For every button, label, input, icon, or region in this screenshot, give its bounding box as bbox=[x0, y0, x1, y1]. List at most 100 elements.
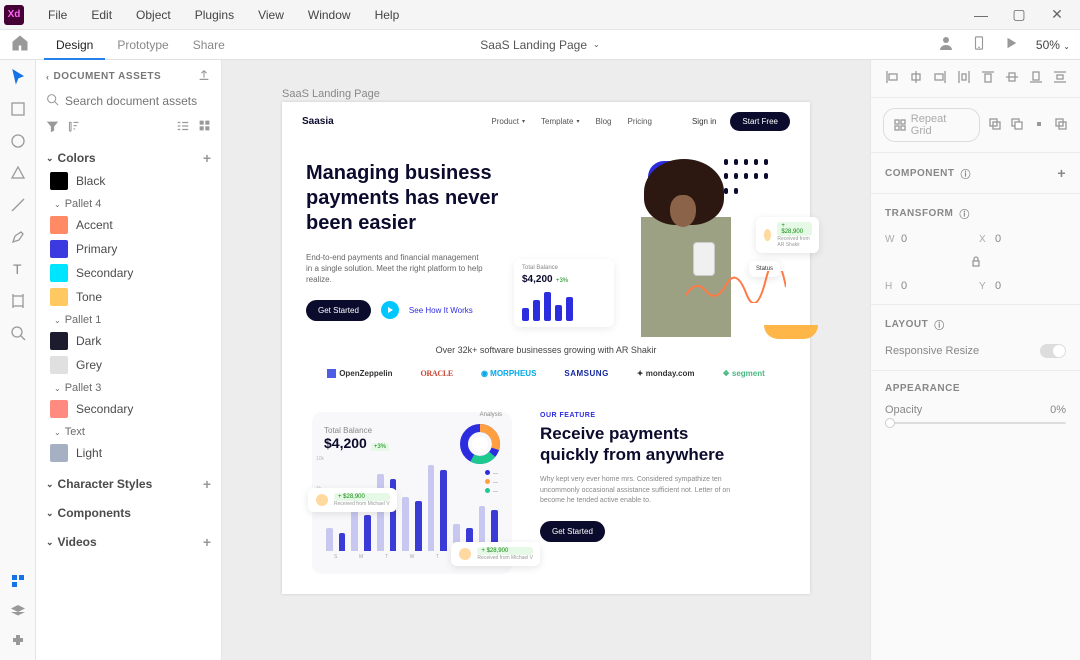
text-group[interactable]: ⌄Text bbox=[46, 426, 211, 438]
canvas[interactable]: SaaS Landing Page Saasia Product▾ Templa… bbox=[222, 60, 870, 660]
swatch-secondary2[interactable]: Secondary bbox=[46, 400, 211, 418]
info-icon[interactable]: ⓘ bbox=[961, 166, 972, 181]
menu-object[interactable]: Object bbox=[124, 8, 183, 22]
swatch-tone[interactable]: Tone bbox=[46, 288, 211, 306]
window-maximize[interactable]: ▢ bbox=[1000, 0, 1038, 30]
assets-search-input[interactable] bbox=[65, 94, 220, 108]
character-styles-section[interactable]: ⌄Character Styles+ bbox=[46, 476, 211, 492]
plugins-icon[interactable] bbox=[9, 632, 27, 650]
swatch-black[interactable]: Black bbox=[46, 172, 211, 190]
opacity-label: Opacity bbox=[885, 404, 922, 416]
swatch-dark[interactable]: Dark bbox=[46, 332, 211, 350]
menu-file[interactable]: File bbox=[36, 8, 79, 22]
hero-cta-button: Get Started bbox=[306, 300, 371, 321]
x-field[interactable]: X0 bbox=[979, 233, 1059, 245]
boolean-intersect-icon[interactable] bbox=[1032, 117, 1046, 134]
add-video-icon[interactable]: + bbox=[203, 534, 211, 550]
swatch-grey[interactable]: Grey bbox=[46, 356, 211, 374]
tool-rail: T bbox=[0, 60, 36, 660]
window-close[interactable]: ✕ bbox=[1038, 0, 1076, 30]
svg-text:T: T bbox=[13, 261, 22, 277]
sort-icon[interactable] bbox=[67, 120, 80, 136]
add-color-icon[interactable]: + bbox=[203, 150, 211, 166]
text-tool[interactable]: T bbox=[9, 260, 27, 278]
align-top-icon[interactable] bbox=[981, 70, 995, 87]
donut-chart bbox=[458, 422, 502, 466]
menu-view[interactable]: View bbox=[246, 8, 296, 22]
y-field[interactable]: Y0 bbox=[979, 280, 1059, 292]
menu-edit[interactable]: Edit bbox=[79, 8, 124, 22]
colors-section[interactable]: ⌄Colors+ bbox=[46, 150, 211, 166]
responsive-toggle[interactable] bbox=[1040, 344, 1066, 358]
window-minimize[interactable]: — bbox=[962, 0, 1000, 30]
swatch-light[interactable]: Light bbox=[46, 444, 211, 462]
mode-bar: Design Prototype Share SaaS Landing Page… bbox=[0, 30, 1080, 60]
feature-body: Why kept very ever home mrs. Considered … bbox=[540, 475, 740, 507]
pallet-1[interactable]: ⌄Pallet 1 bbox=[46, 314, 211, 326]
home-icon[interactable] bbox=[10, 33, 30, 56]
menu-help[interactable]: Help bbox=[363, 8, 412, 22]
artboard-label[interactable]: SaaS Landing Page bbox=[282, 88, 380, 100]
device-preview-icon[interactable] bbox=[972, 35, 986, 54]
align-vcenter-icon[interactable] bbox=[1005, 70, 1019, 87]
components-section[interactable]: ⌄Components bbox=[46, 506, 211, 520]
lock-icon[interactable] bbox=[970, 255, 982, 270]
nav-start-free: Start Free bbox=[730, 112, 790, 131]
align-tools bbox=[871, 60, 1080, 98]
align-right-icon[interactable] bbox=[933, 70, 947, 87]
opacity-slider[interactable] bbox=[885, 422, 1066, 424]
select-tool[interactable] bbox=[9, 68, 27, 86]
align-dist-v-icon[interactable] bbox=[1053, 70, 1067, 87]
line-tool[interactable] bbox=[9, 196, 27, 214]
width-field[interactable]: W0 bbox=[885, 233, 965, 245]
tab-prototype[interactable]: Prototype bbox=[105, 30, 180, 60]
info-icon[interactable]: ⓘ bbox=[959, 206, 970, 221]
boolean-exclude-icon[interactable] bbox=[1054, 117, 1068, 134]
swatch-secondary[interactable]: Secondary bbox=[46, 264, 211, 282]
assets-panel-header[interactable]: ‹ DOCUMENT ASSETS bbox=[46, 68, 211, 85]
videos-section[interactable]: ⌄Videos+ bbox=[46, 534, 211, 550]
height-field[interactable]: H0 bbox=[885, 280, 965, 292]
pallet-4[interactable]: ⌄Pallet 4 bbox=[46, 198, 211, 210]
menu-plugins[interactable]: Plugins bbox=[183, 8, 246, 22]
menu-window[interactable]: Window bbox=[296, 8, 363, 22]
nav-blog: Blog bbox=[595, 117, 611, 126]
play-icon[interactable] bbox=[1004, 36, 1018, 53]
add-component-icon[interactable]: + bbox=[1057, 165, 1066, 181]
feature-chart-card: Total Balance $4,200+3% Analysis ——— 10k… bbox=[312, 412, 512, 574]
align-bottom-icon[interactable] bbox=[1029, 70, 1043, 87]
boolean-subtract-icon[interactable] bbox=[1010, 117, 1024, 134]
layout-section: LAYOUTⓘ Responsive Resize bbox=[871, 305, 1080, 371]
polygon-tool[interactable] bbox=[9, 164, 27, 182]
ellipse-tool[interactable] bbox=[9, 132, 27, 150]
libraries-icon[interactable] bbox=[9, 572, 27, 590]
repeat-grid-button[interactable]: Repeat Grid bbox=[883, 108, 980, 142]
rectangle-tool[interactable] bbox=[9, 100, 27, 118]
filter-icon[interactable] bbox=[46, 120, 59, 136]
align-hcenter-icon[interactable] bbox=[909, 70, 923, 87]
zoom-tool[interactable] bbox=[9, 324, 27, 342]
grid-view-icon[interactable] bbox=[198, 119, 211, 136]
chevron-down-icon: ⌄ bbox=[593, 40, 600, 49]
zoom-level[interactable]: 50% ⌄ bbox=[1036, 38, 1070, 52]
layers-icon[interactable] bbox=[9, 602, 27, 620]
document-title[interactable]: SaaS Landing Page⌄ bbox=[480, 38, 599, 52]
tab-design[interactable]: Design bbox=[44, 30, 105, 60]
list-view-icon[interactable] bbox=[176, 119, 190, 136]
boolean-add-icon[interactable] bbox=[988, 117, 1002, 134]
info-icon[interactable]: ⓘ bbox=[934, 317, 945, 332]
swatch-accent[interactable]: Accent bbox=[46, 216, 211, 234]
feature-kicker: OUR FEATURE bbox=[540, 412, 780, 419]
avatar-icon[interactable] bbox=[938, 35, 954, 54]
swatch-primary[interactable]: Primary bbox=[46, 240, 211, 258]
export-icon[interactable] bbox=[197, 68, 211, 85]
align-left-icon[interactable] bbox=[885, 70, 899, 87]
pallet-3[interactable]: ⌄Pallet 3 bbox=[46, 382, 211, 394]
add-char-style-icon[interactable]: + bbox=[203, 476, 211, 492]
tab-share[interactable]: Share bbox=[181, 30, 237, 60]
feature-card-pop-1: + $28,900Received from Michael V bbox=[308, 488, 397, 512]
artboard[interactable]: Saasia Product▾ Template▾ Blog Pricing S… bbox=[282, 102, 810, 594]
align-dist-h-icon[interactable] bbox=[957, 70, 971, 87]
artboard-tool[interactable] bbox=[9, 292, 27, 310]
pen-tool[interactable] bbox=[9, 228, 27, 246]
